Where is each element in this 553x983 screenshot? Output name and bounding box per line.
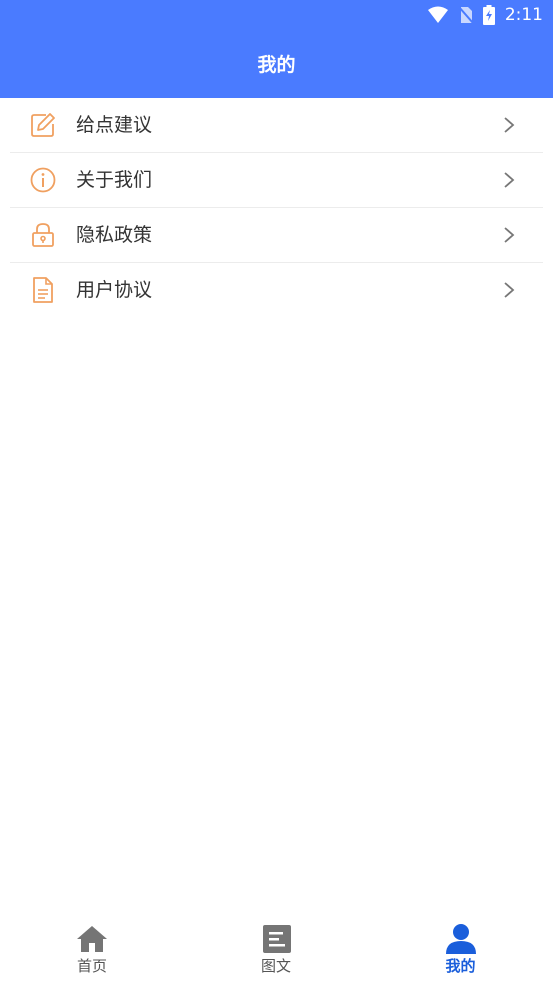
chevron-right-icon bbox=[504, 282, 515, 298]
document-icon bbox=[33, 277, 53, 303]
menu-item-about[interactable]: 关于我们 bbox=[10, 153, 543, 208]
tab-article[interactable]: 图文 bbox=[184, 913, 368, 983]
menu-list: 给点建议 关于我们 隐私政策 用户协议 bbox=[0, 98, 553, 317]
chevron-right-icon bbox=[504, 172, 515, 188]
tab-label: 我的 bbox=[445, 957, 476, 975]
battery-icon bbox=[482, 5, 495, 25]
tab-label: 首页 bbox=[76, 957, 107, 975]
tab-home[interactable]: 首页 bbox=[0, 913, 184, 983]
menu-item-label: 给点建议 bbox=[76, 114, 153, 136]
status-bar: 2:11 bbox=[0, 0, 553, 30]
article-icon bbox=[263, 925, 291, 953]
status-icons: 2:11 bbox=[427, 4, 543, 26]
menu-item-label: 隐私政策 bbox=[76, 224, 153, 246]
menu-item-privacy[interactable]: 隐私政策 bbox=[10, 208, 543, 263]
chevron-right-icon bbox=[504, 117, 515, 133]
page-title: 我的 bbox=[257, 54, 296, 76]
menu-item-agreement[interactable]: 用户协议 bbox=[10, 263, 543, 317]
tab-label: 图文 bbox=[260, 957, 291, 975]
menu-item-suggestion[interactable]: 给点建议 bbox=[10, 98, 543, 153]
menu-item-label: 关于我们 bbox=[76, 169, 153, 191]
tab-mine[interactable]: 我的 bbox=[368, 913, 553, 983]
wifi-icon bbox=[427, 6, 448, 23]
menu-item-label: 用户协议 bbox=[76, 279, 153, 301]
bottom-tab-bar: 首页 图文 我的 bbox=[0, 913, 553, 983]
header-bar: 2:11 我的 bbox=[0, 0, 553, 98]
lock-icon bbox=[32, 223, 54, 247]
no-sim-icon bbox=[458, 6, 473, 24]
home-icon bbox=[77, 926, 107, 952]
user-icon bbox=[446, 924, 476, 954]
edit-icon bbox=[31, 113, 55, 137]
status-time: 2:11 bbox=[504, 5, 543, 25]
info-icon bbox=[30, 167, 56, 193]
chevron-right-icon bbox=[504, 227, 515, 243]
